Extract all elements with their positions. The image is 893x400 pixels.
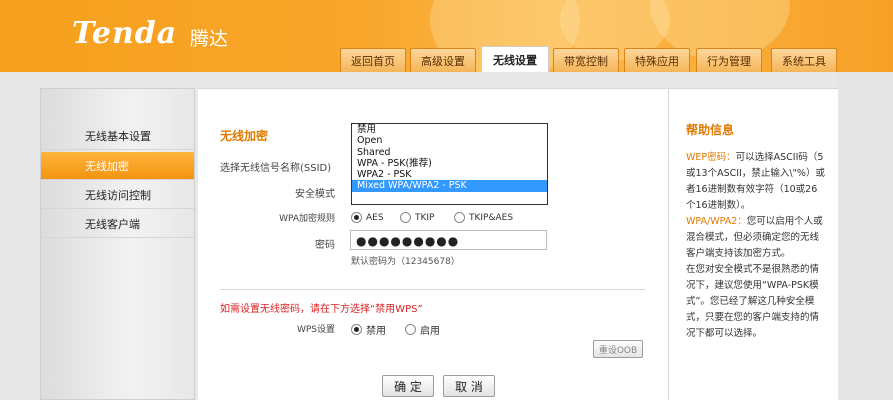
page-background-right (838, 72, 893, 400)
reset-oob-button[interactable]: 重设OOB (593, 340, 643, 358)
main-panel: 无线加密 选择无线信号名称(SSID) 安全模式 WPA加密规则 AES TKI… (198, 88, 668, 400)
tab-wireless[interactable]: 无线设置 (481, 46, 549, 72)
dropdown-option-wpa2-psk[interactable]: WPA2 - PSK (352, 169, 547, 180)
sidebar: 无线基本设置 无线加密 无线访问控制 无线客户端 (40, 88, 195, 400)
cipher-label: WPA加密规则 (279, 214, 335, 224)
radio-icon (351, 212, 362, 223)
dropdown-option-mixed[interactable]: Mixed WPA/WPA2 - PSK (352, 180, 547, 192)
radio-icon (400, 212, 411, 223)
radio-icon (454, 212, 465, 223)
radio-icon (351, 324, 362, 335)
cancel-button[interactable]: 取 消 (443, 375, 495, 397)
password-label: 密码 (315, 240, 335, 251)
tab-bandwidth[interactable]: 带宽控制 (553, 48, 619, 72)
tab-advanced[interactable]: 高级设置 (410, 48, 476, 72)
header-banner: Tenda 腾达 返回首页 高级设置 无线设置 带宽控制 特殊应用 行为管理 系… (0, 0, 893, 72)
dropdown-option-disable[interactable]: 禁用 (352, 124, 547, 135)
tenda-logo: Tenda (72, 16, 178, 51)
wps-radio-enable[interactable]: 启用 (405, 322, 440, 337)
dropdown-option-wpa-psk[interactable]: WPA - PSK(推荐) (352, 158, 547, 169)
ssid-label: 选择无线信号名称(SSID) (220, 163, 332, 174)
tab-home[interactable]: 返回首页 (340, 48, 406, 72)
sidebar-item-clients[interactable]: 无线客户端 (41, 210, 194, 238)
help-panel: 帮助信息 WEP密码：可以选择ASCII码（5或13个ASCII，禁止输入\"%… (668, 88, 838, 400)
dropdown-option-shared[interactable]: Shared (352, 147, 547, 158)
section-title: 无线加密 (220, 129, 269, 143)
tenda-logo-cn: 腾达 (190, 28, 229, 50)
help-wep-key: WEP密码： (686, 152, 736, 163)
ok-button[interactable]: 确 定 (382, 375, 434, 397)
security-mode-dropdown[interactable]: 禁用 Open Shared WPA - PSK(推荐) WPA2 - PSK … (351, 123, 548, 205)
tab-special-apps[interactable]: 特殊应用 (624, 48, 690, 72)
tab-system-tools[interactable]: 系统工具 (771, 48, 837, 72)
wps-warning: 如需设置无线密码，请在下方选择“禁用WPS” (220, 304, 423, 315)
divider (220, 289, 645, 290)
help-tip-text: 在您对安全模式不是很熟悉的情况下，建议您使用“WPA-PSK模式”。您已经了解这… (686, 264, 820, 339)
dropdown-option-open[interactable]: Open (352, 135, 547, 146)
radio-icon (405, 324, 416, 335)
security-mode-label: 安全模式 (295, 189, 335, 200)
password-input[interactable]: ●●●●●●●●● (350, 230, 547, 250)
help-body: WEP密码：可以选择ASCII码（5或13个ASCII，禁止输入\"%）或者16… (686, 150, 826, 342)
wps-radio-disable[interactable]: 禁用 (351, 322, 386, 337)
help-wpa-key: WPA/WPA2： (686, 216, 747, 227)
cipher-radio-aes[interactable]: AES (351, 212, 384, 223)
sidebar-item-access-control[interactable]: 无线访问控制 (41, 181, 194, 209)
sidebar-item-encryption[interactable]: 无线加密 (41, 152, 194, 180)
password-hint: 默认密码为（12345678） (351, 257, 460, 267)
wps-label: WPS设置 (296, 325, 335, 335)
cipher-radio-tkip-aes[interactable]: TKIP&AES (454, 212, 513, 223)
help-title: 帮助信息 (686, 123, 735, 137)
sidebar-item-basic[interactable]: 无线基本设置 (41, 122, 194, 150)
tab-behavior[interactable]: 行为管理 (696, 48, 762, 72)
cipher-radio-tkip[interactable]: TKIP (400, 212, 434, 223)
